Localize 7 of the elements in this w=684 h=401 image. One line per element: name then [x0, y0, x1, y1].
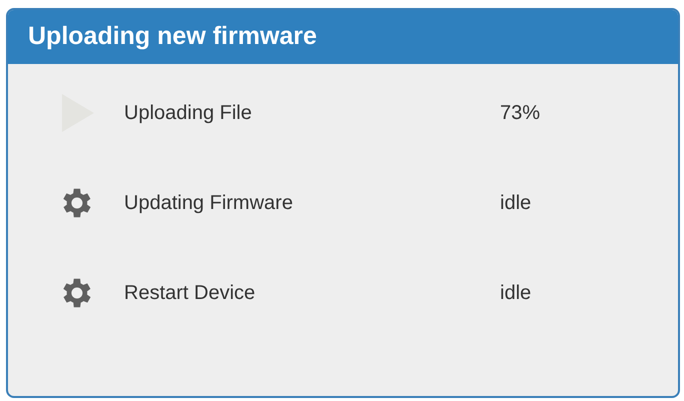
step-status: idle [500, 281, 532, 306]
step-status: idle [500, 191, 532, 216]
step-status: 73% [500, 101, 540, 126]
step-label: Uploading File [124, 101, 253, 126]
step-label: Restart Device [124, 281, 256, 306]
panel-title: Uploading new firmware [28, 21, 317, 52]
step-label: Updating Firmware [124, 191, 294, 216]
